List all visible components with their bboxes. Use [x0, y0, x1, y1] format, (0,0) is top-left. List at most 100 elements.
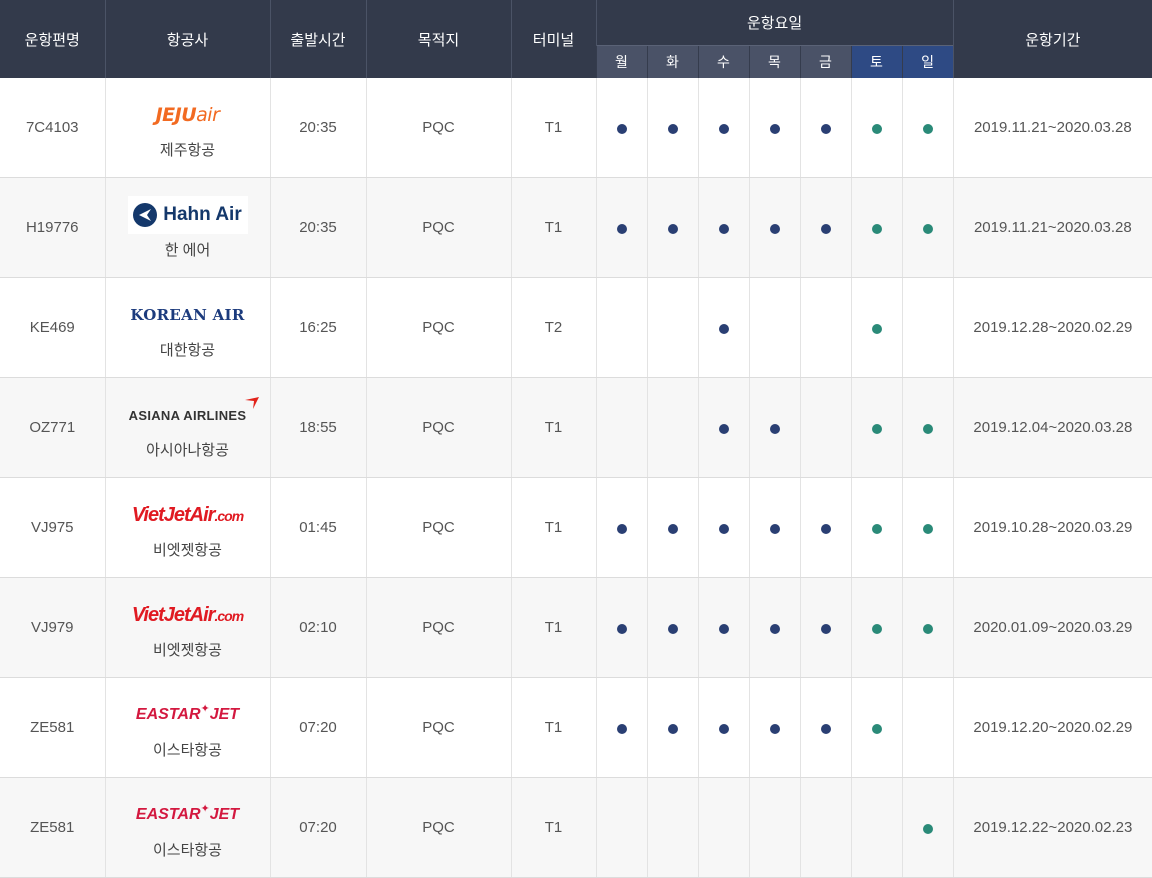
day-cell-tue: [646, 277, 698, 378]
day-cell-fri: [799, 277, 851, 378]
operating-day-dot-icon: [718, 123, 729, 134]
operating-day-dot-icon: [871, 323, 882, 334]
day-cell-sun: [901, 777, 954, 878]
header-destination: 목적지: [365, 0, 511, 78]
operating-day-dot-icon: [871, 423, 882, 434]
header-airline: 항공사: [104, 0, 270, 78]
departure-time: 07:20: [269, 777, 366, 878]
operating-day-dot-icon: [667, 723, 678, 734]
airline-name: 이스타항공: [152, 842, 222, 859]
airline-name: 한 에어: [164, 242, 211, 259]
terminal: T1: [510, 377, 596, 478]
airline-cell: JEJUair 제주항공: [104, 78, 270, 178]
day-cell-thu: [748, 377, 800, 478]
eastar-jet-logo: EASTAR✦JET: [135, 703, 240, 723]
asiana-wing-icon: [245, 396, 260, 409]
operating-day-dot-icon: [667, 123, 678, 134]
operating-period: 2019.12.04~2020.03.28: [952, 377, 1152, 478]
vietjet-air-logo: VietJetAir.com: [131, 603, 244, 626]
operating-day-dot-icon: [922, 123, 933, 134]
operating-period: 2019.11.21~2020.03.28: [952, 78, 1152, 178]
airline-cell: VietJetAir.com 비엣젯항공: [104, 477, 270, 578]
header-period: 운항기간: [952, 0, 1152, 78]
day-cell-thu: [748, 477, 800, 578]
destination: PQC: [365, 277, 511, 378]
operating-day-dot-icon: [922, 223, 933, 234]
table-body: 7C4103 JEJUair 제주항공 20:35 PQC T1 2019.11.21~…: [0, 78, 1152, 878]
destination: PQC: [365, 777, 511, 878]
operating-day-dot-icon: [667, 623, 678, 634]
table-row: VJ979 VietJetAir.com 비엣젯항공 02:10 PQC T1 2020…: [0, 577, 1152, 678]
day-cell-mon: [595, 777, 647, 878]
day-cell-mon: [595, 177, 647, 278]
day-cell-sun: [901, 677, 954, 778]
header-day-sat: 토: [850, 45, 902, 78]
terminal: T1: [510, 177, 596, 278]
vietjet-air-logo: VietJetAir.com: [131, 503, 244, 526]
flight-number: ZE581: [0, 777, 105, 878]
day-cell-sat: [850, 177, 902, 278]
table-row: VJ975 VietJetAir.com 비엣젯항공 01:45 PQC T1 2019…: [0, 477, 1152, 578]
day-cell-thu: [748, 177, 800, 278]
day-cell-sun: [901, 377, 954, 478]
airline-name: 이스타항공: [152, 742, 222, 759]
destination: PQC: [365, 177, 511, 278]
operating-day-dot-icon: [718, 323, 729, 334]
operating-day-dot-icon: [769, 423, 780, 434]
operating-day-dot-icon: [667, 223, 678, 234]
operating-day-dot-icon: [922, 523, 933, 534]
flight-number: OZ771: [0, 377, 105, 478]
flight-schedule-table: 운항편명 항공사 출발시간 목적지 터미널 운항요일 운항기간 월 화 수 목 …: [0, 0, 1152, 878]
operating-day-dot-icon: [820, 623, 831, 634]
departure-time: 16:25: [269, 277, 366, 378]
operating-day-dot-icon: [820, 523, 831, 534]
operating-day-dot-icon: [769, 623, 780, 634]
day-cell-thu: [748, 78, 800, 178]
day-cell-wed: [697, 677, 749, 778]
day-cell-wed: [697, 477, 749, 578]
day-cell-thu: [748, 277, 800, 378]
table-row: ZE581 EASTAR✦JET 이스타항공 07:20 PQC T1 2019.12.…: [0, 677, 1152, 778]
table-row: KE469 KOREAN AIR 대한항공 16:25 PQC T2 2019.12.2…: [0, 277, 1152, 378]
day-cell-tue: [646, 377, 698, 478]
operating-day-dot-icon: [922, 623, 933, 634]
asiana-airlines-logo: ASIANA AIRLINES: [106, 395, 270, 435]
header-day-thu: 목: [748, 45, 800, 78]
day-cell-sun: [901, 277, 954, 378]
table-row: OZ771 ASIANA AIRLINES 아시아나항공 18:55 PQC T1 20…: [0, 377, 1152, 478]
header-day-fri: 금: [799, 45, 851, 78]
departure-time: 02:10: [269, 577, 366, 678]
operating-day-dot-icon: [922, 823, 933, 834]
departure-time: 20:35: [269, 177, 366, 278]
day-cell-sun: [901, 477, 954, 578]
operating-day-dot-icon: [616, 523, 627, 534]
hahn-air-emblem-icon: [133, 203, 158, 227]
table-row: 7C4103 JEJUair 제주항공 20:35 PQC T1 2019.11.21~…: [0, 78, 1152, 178]
destination: PQC: [365, 78, 511, 178]
day-cell-tue: [646, 677, 698, 778]
table-header: 운항편명 항공사 출발시간 목적지 터미널 운항요일 운항기간 월 화 수 목 …: [0, 0, 1152, 78]
header-day-wed: 수: [697, 45, 749, 78]
departure-time: 18:55: [269, 377, 366, 478]
terminal: T2: [510, 277, 596, 378]
day-cell-tue: [646, 78, 698, 178]
operating-day-dot-icon: [718, 723, 729, 734]
operating-day-dot-icon: [718, 423, 729, 434]
flight-number: VJ979: [0, 577, 105, 678]
airline-name: 대한항공: [159, 342, 216, 359]
day-cell-mon: [595, 577, 647, 678]
operating-day-dot-icon: [769, 723, 780, 734]
operating-day-dot-icon: [616, 623, 627, 634]
day-cell-sat: [850, 577, 902, 678]
terminal: T1: [510, 78, 596, 178]
day-cell-tue: [646, 477, 698, 578]
airline-name: 비엣젯항공: [152, 642, 222, 659]
operating-day-dot-icon: [769, 123, 780, 134]
destination: PQC: [365, 677, 511, 778]
day-cell-tue: [646, 177, 698, 278]
day-cell-sun: [901, 577, 954, 678]
header-day-sun: 일: [901, 45, 954, 78]
day-cell-fri: [799, 477, 851, 578]
day-cell-mon: [595, 377, 647, 478]
day-cell-wed: [697, 777, 749, 878]
